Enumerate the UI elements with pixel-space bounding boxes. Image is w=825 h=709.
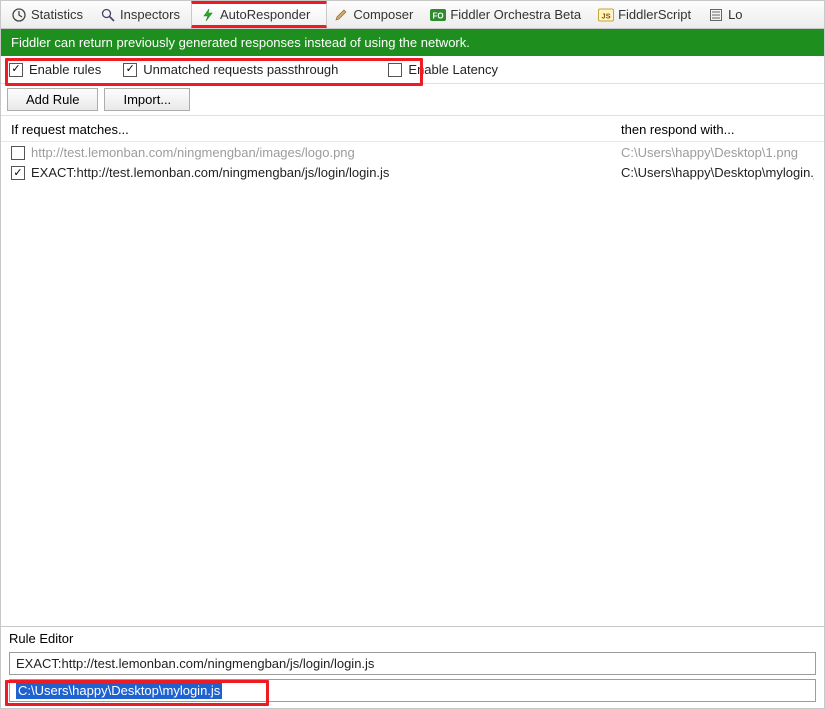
tab-composer[interactable]: Composer [327, 1, 424, 28]
rules-list-header: If request matches... then respond with.… [1, 116, 824, 142]
log-icon [708, 7, 724, 23]
tab-inspectors[interactable]: Inspectors [94, 1, 191, 28]
rule-match: EXACT:http://test.lemonban.com/ningmengb… [31, 164, 621, 182]
tab-label: FiddlerScript [618, 7, 691, 22]
passthrough-checkbox[interactable]: Unmatched requests passthrough [123, 62, 338, 77]
checkbox-icon [9, 63, 23, 77]
tab-statistics[interactable]: Statistics [5, 1, 94, 28]
button-row: Add Rule Import... [1, 84, 824, 116]
rule-resp: C:\Users\happy\Desktop\1.png [621, 144, 814, 162]
hint-bar: Fiddler can return previously generated … [1, 29, 824, 56]
hint-text: Fiddler can return previously generated … [11, 35, 470, 50]
fo-icon: FO [430, 7, 446, 23]
enable-rules-checkbox[interactable]: Enable rules [9, 62, 101, 77]
enable-latency-checkbox[interactable]: Enable Latency [388, 62, 498, 77]
rule-row[interactable]: EXACT:http://test.lemonban.com/ningmengb… [11, 164, 814, 182]
tab-autoresponder[interactable]: AutoResponder [191, 1, 327, 28]
rule-editor-resp-input[interactable]: C:\Users\happy\Desktop\mylogin.js [9, 679, 816, 702]
checkbox-icon [123, 63, 137, 77]
clock-icon [11, 7, 27, 23]
rule-resp: C:\Users\happy\Desktop\mylogin.js [621, 164, 814, 182]
rule-editor-resp-value: C:\Users\happy\Desktop\mylogin.js [16, 682, 222, 699]
tab-label: Composer [353, 7, 413, 22]
tab-label: Lo [728, 7, 742, 22]
tab-label: Fiddler Orchestra Beta [450, 7, 581, 22]
svg-text:JS: JS [602, 11, 611, 20]
add-rule-button[interactable]: Add Rule [7, 88, 98, 111]
option-label: Enable Latency [408, 62, 498, 77]
options-row: Enable rules Unmatched requests passthro… [1, 56, 824, 84]
rule-editor-title: Rule Editor [9, 631, 816, 646]
rules-list[interactable]: http://test.lemonban.com/ningmengban/ima… [1, 142, 824, 626]
rule-editor: Rule Editor EXACT:http://test.lemonban.c… [1, 626, 824, 708]
tab-strip: Statistics Inspectors AutoResponder Comp… [1, 1, 824, 29]
rule-row[interactable]: http://test.lemonban.com/ningmengban/ima… [11, 144, 814, 162]
tab-label: Inspectors [120, 7, 180, 22]
pencil-icon [333, 7, 349, 23]
rule-editor-match-input[interactable]: EXACT:http://test.lemonban.com/ningmengb… [9, 652, 816, 675]
option-label: Enable rules [29, 62, 101, 77]
import-button[interactable]: Import... [104, 88, 190, 111]
tab-log[interactable]: Lo [702, 1, 753, 28]
script-icon: JS [598, 7, 614, 23]
magnifier-icon [100, 7, 116, 23]
app-root: Statistics Inspectors AutoResponder Comp… [0, 0, 825, 709]
tab-label: AutoResponder [220, 7, 310, 22]
svg-text:FO: FO [433, 11, 444, 20]
tab-orchestra[interactable]: FO Fiddler Orchestra Beta [424, 1, 592, 28]
column-header-resp[interactable]: then respond with... [621, 122, 814, 137]
checkbox-icon [388, 63, 402, 77]
rule-editor-match-value: EXACT:http://test.lemonban.com/ningmengb… [16, 656, 374, 671]
tab-fiddlerscript[interactable]: JS FiddlerScript [592, 1, 702, 28]
rule-checkbox[interactable] [11, 166, 25, 180]
lightning-icon [200, 7, 216, 23]
rule-checkbox[interactable] [11, 146, 25, 160]
tab-label: Statistics [31, 7, 83, 22]
column-header-match[interactable]: If request matches... [11, 122, 621, 137]
rule-match: http://test.lemonban.com/ningmengban/ima… [31, 144, 621, 162]
option-label: Unmatched requests passthrough [143, 62, 338, 77]
